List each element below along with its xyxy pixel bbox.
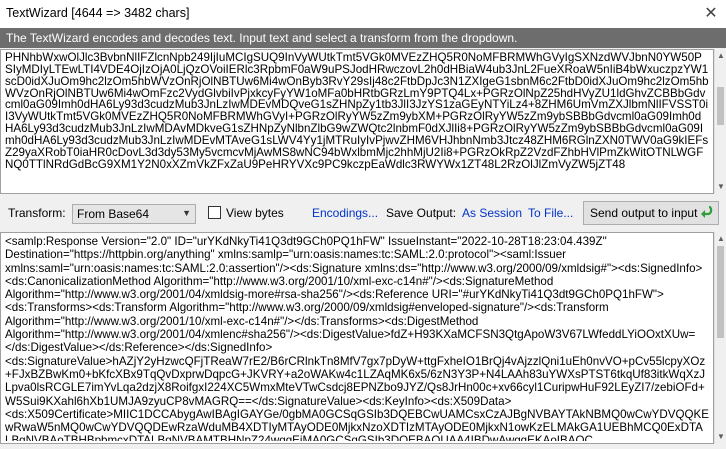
return-arrow-icon (701, 205, 713, 218)
output-scrollbar-thumb[interactable] (717, 246, 724, 338)
view-bytes-checkbox[interactable] (208, 206, 221, 219)
scroll-up-arrow-icon[interactable]: ▲ (715, 232, 726, 246)
output-textbox[interactable]: <samlp:Response Version="2.0" ID="urYKdN… (0, 232, 714, 444)
to-file-link[interactable]: To File... (528, 206, 573, 220)
transform-select-value: From Base64 (77, 207, 150, 221)
output-scrollbar[interactable]: ▲ ▼ (714, 232, 726, 444)
input-text[interactable]: PHNhbWxwOlJlc3BvbnNlIFZlcnNpb249IjIuMCIg… (5, 52, 709, 191)
output-text[interactable]: <samlp:Response Version="2.0" ID="urYKdN… (5, 235, 709, 441)
scroll-down-arrow-icon[interactable]: ▼ (715, 180, 726, 194)
view-bytes-label[interactable]: View bytes (226, 206, 284, 220)
scroll-down-arrow-icon[interactable]: ▼ (715, 430, 726, 444)
as-session-link[interactable]: As Session (462, 206, 522, 220)
transform-select[interactable]: From Base64 ▼ (72, 204, 196, 224)
encodings-link[interactable]: Encodings... (312, 206, 378, 220)
save-output-label: Save Output: (386, 206, 457, 220)
transform-label: Transform: (8, 206, 66, 220)
input-scrollbar-thumb[interactable] (717, 86, 724, 125)
window-title: TextWizard [4644 => 3482 chars] (6, 6, 190, 20)
info-banner: The TextWizard encodes and decodes text.… (0, 28, 726, 48)
input-scrollbar[interactable]: ▲ ▼ (714, 49, 726, 194)
scroll-up-arrow-icon[interactable]: ▲ (715, 49, 726, 63)
info-banner-text: The TextWizard encodes and decodes text.… (6, 31, 518, 45)
chevron-down-icon: ▼ (182, 208, 191, 218)
send-output-button-label: Send output to input (590, 206, 698, 220)
close-icon[interactable]: ✕ (696, 0, 726, 28)
title-bar[interactable]: TextWizard [4644 => 3482 chars] ✕ (0, 0, 726, 28)
send-output-to-input-button[interactable]: Send output to input (583, 201, 719, 225)
input-textbox[interactable]: PHNhbWxwOlJlc3BvbnNlIFZlcnNpb249IjIuMCIg… (0, 49, 714, 194)
